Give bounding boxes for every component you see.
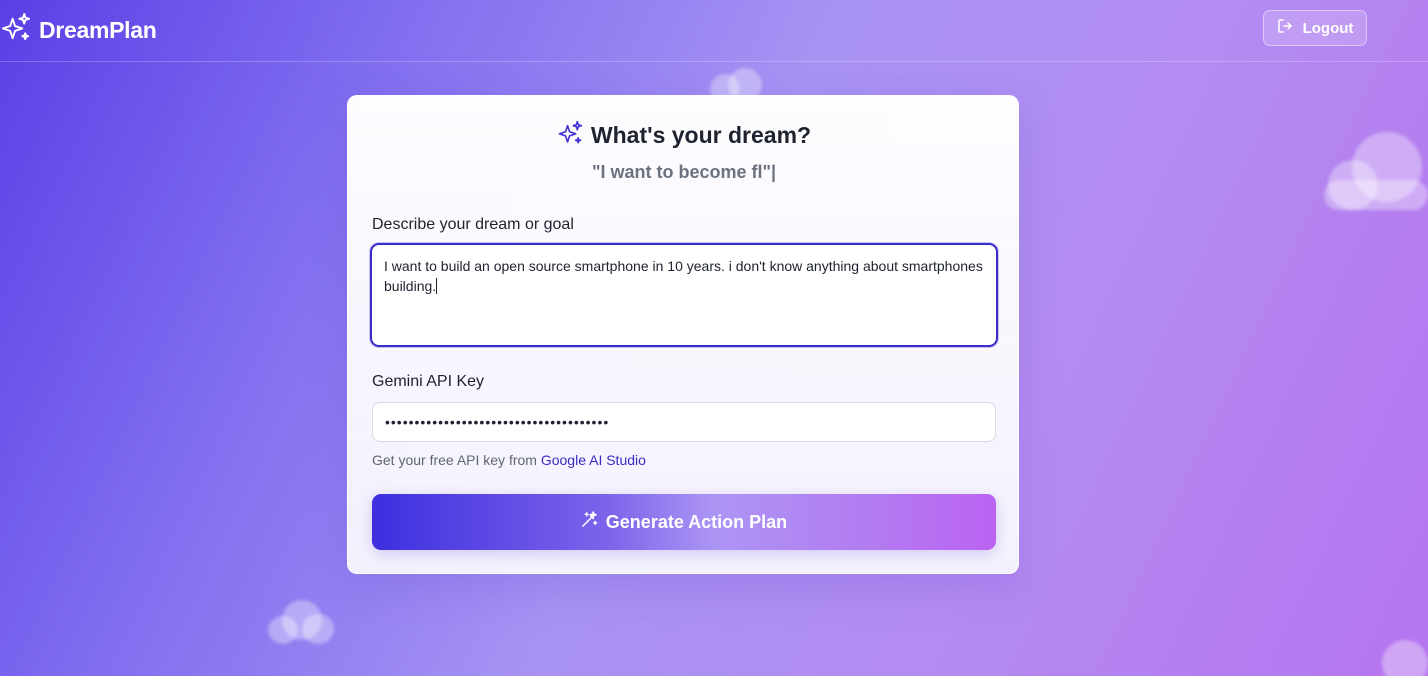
- text-cursor: [436, 278, 438, 294]
- magic-wand-icon: [581, 511, 598, 533]
- google-ai-studio-link[interactable]: Google AI Studio: [541, 452, 646, 468]
- dream-form-card: What's your dream? "I want to become fl"…: [347, 95, 1019, 574]
- api-key-label: Gemini API Key: [372, 373, 485, 390]
- top-navigation-bar: DreamPlan Logout: [0, 0, 1428, 62]
- cloud-decoration: [1322, 128, 1428, 214]
- card-heading: What's your dream?: [348, 120, 1020, 151]
- generate-action-plan-button[interactable]: Generate Action Plan: [372, 494, 996, 550]
- api-key-masked-value: ••••••••••••••••••••••••••••••••••••••: [385, 414, 610, 430]
- cloud-decoration: [1378, 636, 1428, 676]
- api-key-input[interactable]: ••••••••••••••••••••••••••••••••••••••: [372, 402, 996, 442]
- dream-textarea-value: I want to build an open source smartphon…: [384, 258, 983, 294]
- brand-logo[interactable]: DreamPlan: [0, 12, 157, 48]
- sparkles-icon: [0, 12, 31, 48]
- cloud-decoration: [266, 598, 338, 646]
- hint-text: Get your free API key from: [372, 452, 541, 468]
- logout-icon: [1277, 18, 1293, 38]
- page-title: What's your dream?: [590, 122, 812, 148]
- logout-label: Logout: [1302, 19, 1354, 37]
- dream-label: Describe your dream or goal: [372, 216, 574, 233]
- logout-button[interactable]: Logout: [1263, 10, 1367, 46]
- app-name: DreamPlan: [39, 16, 157, 43]
- dream-textarea[interactable]: I want to build an open source smartphon…: [370, 243, 998, 347]
- sparkles-icon: [557, 120, 583, 151]
- generate-button-label: Generate Action Plan: [605, 511, 788, 532]
- typing-example-text: "I want to become fl"|: [591, 162, 777, 182]
- api-key-hint: Get your free API key from Google AI Stu…: [372, 452, 646, 468]
